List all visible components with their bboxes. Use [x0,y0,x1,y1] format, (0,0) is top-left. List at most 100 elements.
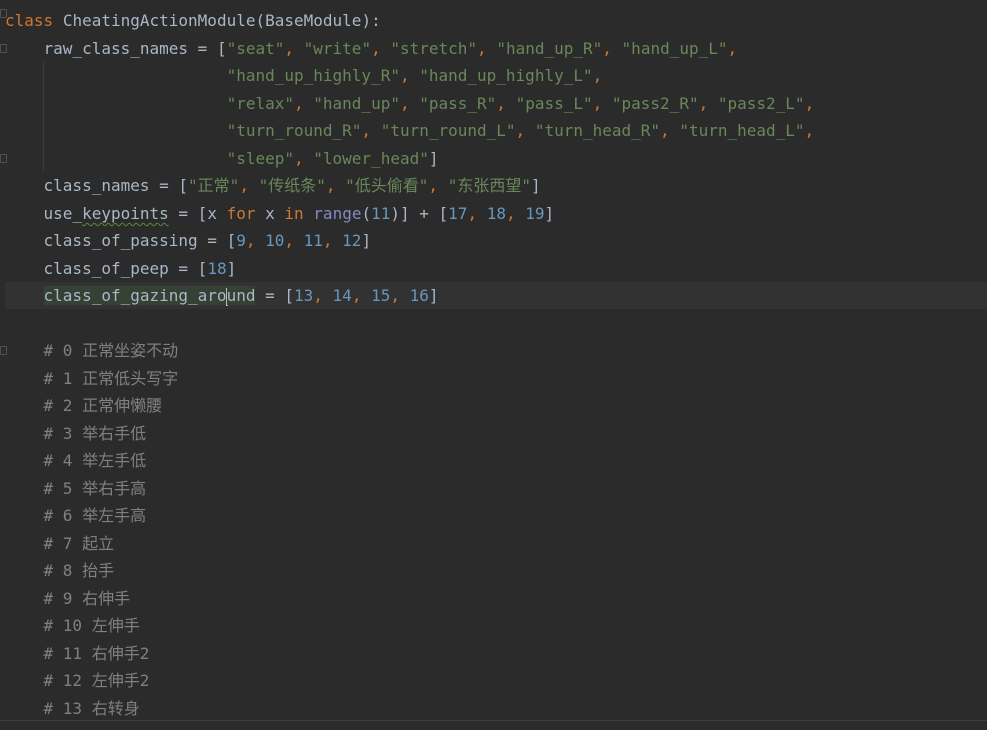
separator: , [592,94,612,113]
bracket-close: ] [428,149,439,168]
code-editor[interactable]: class CheatingActionModule(BaseModule): … [0,0,987,730]
string-literal: "东张西望" [447,176,531,195]
separator: , [294,94,314,113]
code-line-comment[interactable]: # 3 举右手低 [5,420,987,447]
code-line-comment[interactable]: # 5 举右手高 [5,475,987,502]
code-line-raw-class-names-5[interactable]: "sleep", "lower_head"] [5,145,987,172]
base-class-name: BaseModule [265,11,362,30]
code-line-comment[interactable]: # 13 右转身 [5,695,987,722]
paren-open: ( [255,11,266,30]
code-line-comment[interactable]: # 1 正常低头写字 [5,365,987,392]
paren-close: ): [361,11,381,30]
bracket-open: [ [216,39,227,58]
comment-text: # 3 举右手低 [43,424,147,443]
code-line-comment[interactable]: # 10 左伸手 [5,612,987,639]
var-use-keypoints-prefix: use_ [43,204,83,223]
string-literal: "传纸条" [258,176,326,195]
code-line-class-names[interactable]: class_names = ["正常", "传纸条", "低头偷看", "东张西… [5,172,987,199]
code-line-class-decl[interactable]: class CheatingActionModule(BaseModule): [5,7,987,34]
bracket-close: ] [544,204,555,223]
string-literal: "hand_up_L" [621,39,728,58]
separator: , [428,176,448,195]
bracket-close: ] [530,176,541,195]
string-literal: "write" [303,39,372,58]
class-name: CheatingActionModule [62,11,256,30]
bracket-close: ] [361,231,372,250]
separator: , [371,39,391,58]
string-literal: "pass_R" [419,94,497,113]
number-literal: 16 [409,286,429,305]
number-literal: 9 [236,231,246,250]
separator: , [698,94,718,113]
keyword-in: in [284,204,304,223]
code-line-comment[interactable]: # 7 起立 [5,530,987,557]
separator: , [804,121,815,140]
separator: , [467,204,487,223]
string-literal: "hand_up_highly_R" [226,66,400,85]
bracket-open: [ [226,231,237,250]
code-line-class-of-peep[interactable]: class_of_peep = [18] [5,255,987,282]
code-line-comment[interactable]: # 8 抬手 [5,557,987,584]
code-line-raw-class-names-4[interactable]: "turn_round_R", "turn_round_L", "turn_he… [5,117,987,144]
code-line-comment[interactable]: # 6 举左手高 [5,502,987,529]
comment-text: # 10 左伸手 [43,616,140,635]
code-line-class-of-passing[interactable]: class_of_passing = [9, 10, 11, 12] [5,227,987,254]
code-line-comment[interactable]: # 4 举左手低 [5,447,987,474]
string-literal: "lower_head" [313,149,429,168]
bracket-open: [ [178,176,189,195]
assign-op: = [197,231,227,250]
number-literal: 11 [371,204,391,223]
code-line-comment[interactable]: # 2 正常伸懒腰 [5,392,987,419]
separator: , [477,39,497,58]
bracket-close: ] [428,286,439,305]
string-literal: "pass_L" [515,94,593,113]
comment-text: # 2 正常伸懒腰 [43,396,163,415]
assign-op: = [188,39,217,58]
concat-op: )] + [ [390,204,449,223]
number-literal: 12 [342,231,362,250]
separator: , [239,176,259,195]
comment-text: # 6 举左手高 [43,506,147,525]
var-use-keypoints-typo: keypoints [82,204,169,223]
comment-text: # 12 左伸手2 [43,671,150,690]
number-literal: 18 [486,204,506,223]
code-line-raw-class-names-3[interactable]: "relax", "hand_up", "pass_R", "pass_L", … [5,90,987,117]
separator: , [496,94,516,113]
comment-text: # 5 举右手高 [43,479,147,498]
separator: , [505,204,526,223]
horizontal-scrollbar[interactable] [0,720,987,730]
assign-op: = [149,176,179,195]
separator: , [361,121,381,140]
string-literal: "低头偷看" [345,176,429,195]
comment-text: # 11 右伸手2 [43,644,150,663]
code-line-class-of-gazing-around[interactable]: class_of_gazing_around = [13, 14, 15, 16… [5,282,987,309]
assign-op: = [168,259,198,278]
string-literal: "turn_head_R" [534,121,661,140]
comment-text: # 8 抬手 [43,561,115,580]
var-class-of-passing: class_of_passing [43,231,198,250]
code-line-comment[interactable]: # 12 左伸手2 [5,667,987,694]
code-line-comment[interactable]: # 11 右伸手2 [5,640,987,667]
string-literal: "正常" [188,176,240,195]
separator: , [804,94,815,113]
bracket-open: [ [197,259,208,278]
separator: , [325,176,346,195]
code-line-comment[interactable]: # 0 正常坐姿不动 [5,337,987,364]
var-class-of-peep: class_of_peep [43,259,169,278]
builtin-range: range [313,204,362,223]
var-class-of-gazing-around-b: und [226,286,256,305]
number-literal: 15 [371,286,391,305]
code-line-raw-class-names-2[interactable]: "hand_up_highly_R", "hand_up_highly_L", [5,62,987,89]
comment-text: # 13 右转身 [43,699,140,718]
number-literal: 11 [303,231,323,250]
separator: , [284,231,304,250]
separator: , [515,121,535,140]
separator: , [399,94,420,113]
code-line-use-keypoints[interactable]: use_keypoints = [x for x in range(11)] +… [5,200,987,227]
paren-open: ( [361,204,372,223]
number-literal: 13 [294,286,314,305]
code-line-comment[interactable]: # 9 右伸手 [5,585,987,612]
code-line-raw-class-names-1[interactable]: raw_class_names = ["seat", "write", "str… [5,35,987,62]
var-class-of-gazing-around-a: class_of_gazing_aro [43,286,227,305]
separator: , [399,66,420,85]
